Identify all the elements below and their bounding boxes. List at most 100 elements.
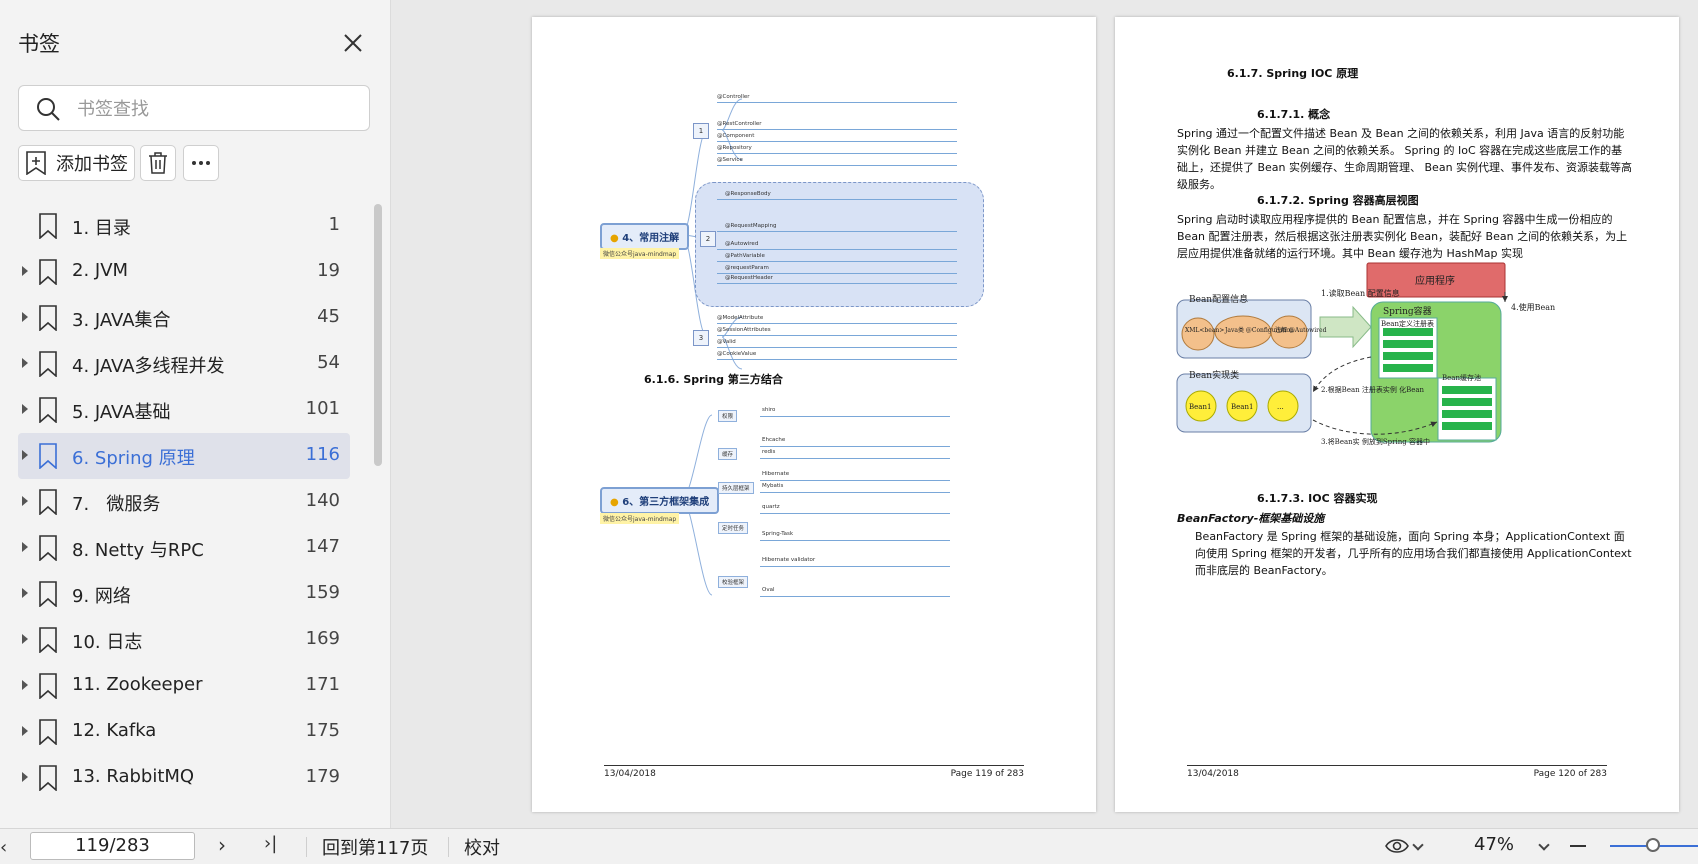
expand-arrow-icon[interactable] xyxy=(22,312,28,322)
proofread-button[interactable]: 校对 xyxy=(464,834,500,860)
branch-number: 3 xyxy=(693,330,709,346)
bookmark-icon xyxy=(39,535,57,561)
framework-leaf-label: Spring-Task xyxy=(762,531,794,537)
bookmark-icon xyxy=(39,719,57,745)
expand-arrow-icon[interactable] xyxy=(22,588,28,598)
bookmark-item[interactable]: 4. JAVA多线程并发 54 xyxy=(18,341,350,387)
last-page-icon[interactable]: ›| xyxy=(264,833,277,854)
annotation-branch-label: @SessionAttributes xyxy=(717,327,771,333)
expand-arrow-icon[interactable] xyxy=(22,772,28,782)
branch-number: 2 xyxy=(700,231,716,247)
bookmark-label: 11. Zookeeper xyxy=(72,674,203,695)
branch-line xyxy=(760,492,950,493)
expand-arrow-icon[interactable] xyxy=(22,726,28,736)
mindmap-node-annotations: ● 4、常用注解 xyxy=(600,223,690,250)
bookmark-item[interactable]: 12. Kafka 175 xyxy=(18,709,350,755)
bookmark-label: 13. RabbitMQ xyxy=(72,766,195,787)
bookmark-icon xyxy=(39,765,57,791)
bookmark-item[interactable]: 5. JAVA基础 101 xyxy=(18,387,350,433)
delete-bookmark-button[interactable] xyxy=(140,145,176,181)
view-mode-icon[interactable] xyxy=(1384,836,1410,856)
bookmark-label: 6. Spring 原理 xyxy=(72,448,195,469)
page-number-input[interactable]: 119/283 xyxy=(30,832,195,860)
bookmark-item[interactable]: 13. RabbitMQ 179 xyxy=(18,755,350,801)
more-options-button[interactable] xyxy=(183,145,219,181)
branch-line xyxy=(760,596,950,597)
back-to-page-button[interactable]: 回到第117页 xyxy=(322,834,428,860)
zoom-level[interactable]: 47% xyxy=(1474,834,1514,855)
expand-arrow-icon[interactable] xyxy=(22,266,28,276)
svg-text:Bean实现类: Bean实现类 xyxy=(1189,369,1239,381)
page-footer: 13/04/2018 Page 119 of 283 xyxy=(604,765,1024,779)
bookmark-label: 5. JAVA基础 xyxy=(72,402,171,423)
framework-leaf-label: quartz xyxy=(762,504,780,510)
bookmark-item[interactable]: 11. Zookeeper 171 xyxy=(18,663,350,709)
expand-arrow-icon[interactable] xyxy=(22,404,28,414)
footer-date: 13/04/2018 xyxy=(1187,769,1239,779)
annotation-branch-label: @Autowired xyxy=(725,241,759,247)
framework-branch-label: 权限 xyxy=(718,410,738,422)
bookmark-item[interactable]: 6. Spring 原理 116 xyxy=(18,433,350,479)
node-note: 微信公众号java-mindmap xyxy=(600,248,680,259)
mindmap-annotations xyxy=(681,98,743,596)
trash-icon xyxy=(149,152,167,174)
bookmark-label: 12. Kafka xyxy=(72,720,157,741)
svg-text:XML<bean>: XML<bean> xyxy=(1185,327,1224,334)
framework-leaf-label: Hibernate xyxy=(762,471,790,477)
bookmark-search[interactable] xyxy=(18,85,370,131)
bookmark-item[interactable]: 8. Netty 与RPC 147 xyxy=(18,525,350,571)
bookmark-icon xyxy=(39,397,57,423)
add-bookmark-button[interactable]: 添加书签 xyxy=(18,145,135,181)
bookmark-page: 140 xyxy=(305,490,340,511)
bookmark-item[interactable]: 9. 网络 159 xyxy=(18,571,350,617)
bookmark-item[interactable]: 7. 微服务 140 xyxy=(18,479,350,525)
expand-arrow-icon[interactable] xyxy=(22,542,28,552)
bookmark-item[interactable]: 1. 目录 1 xyxy=(18,203,350,249)
annotation-branch-label: @Repository xyxy=(717,145,752,151)
annotation-branch-label: @RequestHeader xyxy=(725,275,773,281)
bookmark-page: 19 xyxy=(317,260,340,281)
bookmark-label: 3. JAVA集合 xyxy=(72,310,171,331)
scrollbar[interactable] xyxy=(374,204,382,466)
annotation-branch-label: @RestController xyxy=(717,121,762,127)
expand-arrow-icon[interactable] xyxy=(22,496,28,506)
svg-text:2.根据Bean 注册表实例 化Bean: 2.根据Bean 注册表实例 化Bean xyxy=(1321,385,1425,394)
zoom-slider-handle[interactable] xyxy=(1646,838,1660,852)
chevron-down-icon[interactable] xyxy=(1538,839,1550,851)
heading: 6.1.7.2. Spring 容器高层视图 xyxy=(1257,194,1419,207)
annotation-branch-label: @RequestMapping xyxy=(725,223,777,229)
prev-page-icon[interactable]: ‹ xyxy=(0,837,7,858)
svg-text:Spring容器: Spring容器 xyxy=(1383,305,1432,317)
svg-text:Bean缓存池: Bean缓存池 xyxy=(1442,373,1481,382)
expand-arrow-icon[interactable] xyxy=(22,680,28,690)
expand-arrow-icon[interactable] xyxy=(22,358,28,368)
zoom-out-icon[interactable] xyxy=(1570,845,1586,847)
bookmark-label: 2. JVM xyxy=(72,260,129,281)
search-input[interactable] xyxy=(75,94,359,124)
framework-branch-label: 校验框架 xyxy=(718,576,749,588)
expand-arrow-icon[interactable] xyxy=(22,450,28,460)
annotation-branch-label: @Valid xyxy=(717,339,736,345)
bookmark-label: 7. 微服务 xyxy=(72,494,161,515)
branch-line xyxy=(760,513,950,514)
framework-leaf-label: shiro xyxy=(762,407,776,413)
document-viewer: ● 4、常用注解 微信公众号java-mindmap 1 2 3 @Contro… xyxy=(391,0,1698,828)
close-icon[interactable] xyxy=(340,30,366,56)
annotation-branch-label: @ResponseBody xyxy=(725,191,771,197)
branch-line xyxy=(717,359,957,360)
bookmark-icon xyxy=(39,213,57,239)
framework-branch-label: 持久层框架 xyxy=(718,482,754,494)
chevron-down-icon[interactable] xyxy=(1412,839,1424,851)
bookmark-item[interactable]: 10. 日志 169 xyxy=(18,617,350,663)
next-page-icon[interactable]: › xyxy=(218,833,226,857)
bookmark-item[interactable]: 3. JAVA集合 45 xyxy=(18,295,350,341)
bookmark-item[interactable]: 2. JVM 19 xyxy=(18,249,350,295)
expand-arrow-icon[interactable] xyxy=(22,634,28,644)
search-icon xyxy=(37,98,60,121)
bookmark-page: 116 xyxy=(305,444,340,465)
bookmark-icon xyxy=(39,489,57,515)
bookmark-page: 169 xyxy=(305,628,340,649)
bookmark-add-icon xyxy=(26,151,46,175)
bookmark-icon xyxy=(39,305,57,331)
status-bar: ‹ 119/283 › ›| 回到第117页 校对 47% xyxy=(0,828,1698,864)
